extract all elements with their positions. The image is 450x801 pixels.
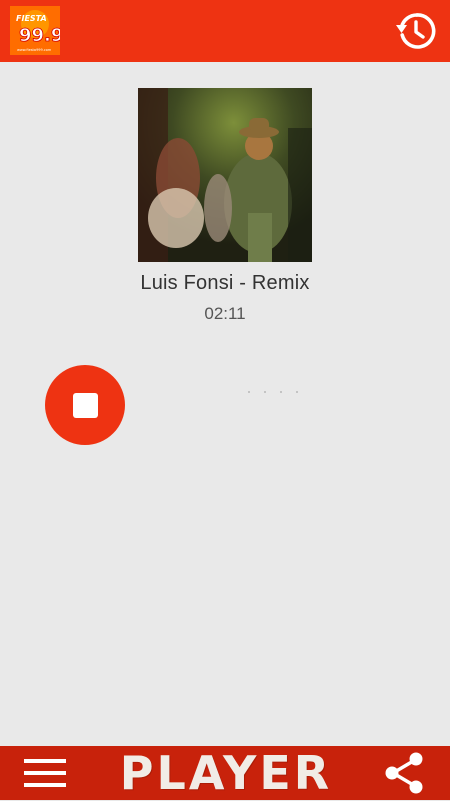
svg-text:FIESTA: FIESTA	[16, 14, 47, 23]
share-button[interactable]	[382, 750, 428, 796]
loading-dot	[296, 391, 298, 393]
stop-icon	[72, 392, 98, 418]
stop-button[interactable]	[45, 365, 125, 445]
loading-dot	[264, 391, 266, 393]
hamburger-menu-icon-line	[24, 783, 66, 787]
top-app-bar: FIESTA 99.9 www.fiesta999.com	[0, 0, 450, 62]
history-icon	[396, 13, 436, 49]
song-title: Luis Fonsi - Remix	[140, 272, 310, 294]
share-icon	[385, 752, 423, 794]
elapsed-time: 02:11	[204, 304, 246, 323]
station-logo: FIESTA 99.9 www.fiesta999.com	[10, 6, 60, 55]
hamburger-menu-icon-line	[24, 771, 66, 775]
hamburger-menu-icon-line	[24, 759, 66, 763]
history-button[interactable]	[394, 9, 438, 53]
album-cover	[138, 88, 312, 262]
loading-dot	[280, 391, 282, 393]
bottom-bar: PLAYER	[0, 746, 450, 800]
loading-dots-icon	[248, 391, 298, 397]
player-title: PLAYER	[119, 746, 333, 800]
svg-text:www.fiesta999.com: www.fiesta999.com	[17, 48, 52, 52]
station-logo-graphic: FIESTA 99.9 www.fiesta999.com	[10, 6, 60, 55]
album-cover-image	[138, 88, 312, 262]
menu-button[interactable]	[24, 756, 66, 790]
loading-dot	[248, 391, 250, 393]
svg-text:99.9: 99.9	[19, 25, 60, 46]
